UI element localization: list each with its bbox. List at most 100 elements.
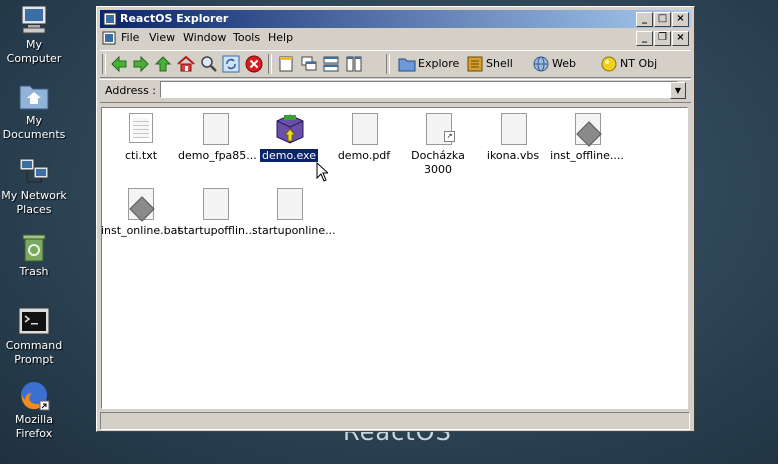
trash-icon <box>18 231 50 263</box>
menu-view[interactable]: View <box>149 31 175 44</box>
file-name-line2: 3000 <box>424 163 452 176</box>
file-item[interactable]: inst_offline.... <box>550 113 624 163</box>
desktop-icon-my-documents[interactable]: My Documents <box>0 80 68 142</box>
menu-window[interactable]: Window <box>183 31 226 44</box>
file-item[interactable]: demo_fpa85... <box>178 113 257 163</box>
file-item[interactable]: inst_online.bat <box>101 188 182 238</box>
file-item-selected[interactable]: demo.exe <box>252 113 326 163</box>
desktop-icon-label: Documents <box>2 128 66 141</box>
child-close-button[interactable]: × <box>672 31 689 46</box>
back-arrow-icon[interactable] <box>110 55 128 73</box>
forward-arrow-icon[interactable] <box>132 55 150 73</box>
batch-file-icon <box>125 188 155 222</box>
file-item[interactable]: startuponline... <box>252 188 336 238</box>
address-dropdown-button[interactable]: ▼ <box>670 82 686 99</box>
computer-icon <box>18 4 50 36</box>
shell-icon[interactable] <box>466 55 484 73</box>
desktop-icon-label: Firefox <box>15 427 53 440</box>
network-icon <box>18 155 50 187</box>
shortcut-arrow-icon: ↗ <box>444 131 455 142</box>
maximize-button[interactable]: □ <box>654 12 671 27</box>
new-window-icon[interactable] <box>277 55 295 73</box>
web-icon[interactable] <box>532 55 550 73</box>
menu-app-icon[interactable] <box>102 31 116 48</box>
file-name: inst_online.bat <box>101 224 182 237</box>
status-bar <box>100 412 690 430</box>
close-button[interactable]: × <box>672 12 689 27</box>
file-name: cti.txt <box>124 149 158 162</box>
explore-button[interactable]: Explore <box>418 55 459 73</box>
child-minimize-button[interactable]: _ <box>636 31 653 46</box>
explore-icon[interactable] <box>398 55 416 73</box>
batch-file-icon <box>572 113 602 147</box>
desktop-icon-mozilla-firefox[interactable]: Mozilla Firefox <box>0 379 68 441</box>
desktop-icon-label: My <box>25 38 42 51</box>
tile-horizontal-icon[interactable] <box>322 55 340 73</box>
desktop-icon-label: Command <box>5 339 63 352</box>
search-icon[interactable] <box>200 55 218 73</box>
desktop-icon-trash[interactable]: Trash <box>0 231 68 279</box>
address-input[interactable] <box>160 81 678 98</box>
minimize-button[interactable]: _ <box>636 12 653 27</box>
generic-file-icon <box>498 113 528 145</box>
file-list-view[interactable]: cti.txt demo_fpa85... demo.exe demo.pdf … <box>101 107 688 409</box>
desktop-icon-my-computer[interactable]: My Computer <box>0 4 68 66</box>
file-item[interactable]: cti.txt <box>104 113 178 163</box>
stop-icon[interactable] <box>245 55 263 73</box>
file-name: demo.exe <box>258 148 320 163</box>
desktop-icon-command-prompt[interactable]: Command Prompt <box>0 305 68 367</box>
title-bar[interactable]: ReactOS Explorer _ □ × <box>100 10 691 28</box>
file-item[interactable]: startupofflin... <box>178 188 256 238</box>
child-restore-button[interactable]: ❐ <box>654 31 671 46</box>
window-title: ReactOS Explorer <box>120 12 229 25</box>
up-arrow-icon[interactable] <box>154 55 172 73</box>
explorer-window: ReactOS Explorer _ □ × File View Window … <box>96 6 695 432</box>
file-item[interactable]: ↗ Docházka 3000 <box>401 113 475 177</box>
generic-file-icon <box>200 188 230 220</box>
desktop-icon-label: Places <box>16 203 52 216</box>
address-label: Address : <box>105 84 157 97</box>
desktop-icon-my-network-places[interactable]: My Network Places <box>0 155 68 217</box>
menu-file[interactable]: File <box>121 31 139 44</box>
shell-button[interactable]: Shell <box>486 55 513 73</box>
file-name: Docházka <box>411 149 465 162</box>
desktop-icon-label: Computer <box>6 52 62 65</box>
toolbar-separator <box>386 54 390 74</box>
cascade-windows-icon[interactable] <box>300 55 318 73</box>
file-name: inst_offline.... <box>550 149 624 162</box>
file-name: startuponline... <box>252 224 336 237</box>
mouse-cursor-icon <box>316 161 330 182</box>
nt-obj-icon[interactable] <box>600 55 618 73</box>
toolbar-separator <box>268 54 272 74</box>
documents-folder-icon <box>18 80 50 112</box>
installer-icon <box>274 113 304 145</box>
file-name: ikona.vbs <box>486 149 540 162</box>
file-item[interactable]: demo.pdf <box>327 113 401 163</box>
tile-vertical-icon[interactable] <box>345 55 363 73</box>
web-button[interactable]: Web <box>552 55 576 73</box>
file-name: demo.pdf <box>337 149 391 162</box>
refresh-icon[interactable] <box>222 55 240 73</box>
desktop-icon-label: Prompt <box>14 353 54 366</box>
window-icon <box>103 12 117 26</box>
file-name: demo_fpa85... <box>178 149 257 162</box>
generic-file-icon <box>200 113 230 145</box>
generic-file-icon <box>349 113 379 145</box>
home-icon[interactable] <box>177 55 195 73</box>
file-name: startupofflin... <box>178 224 256 237</box>
toolbar-grip <box>102 54 106 74</box>
toolbar: Explore Shell Web NT Obj <box>100 50 691 78</box>
terminal-icon <box>18 305 50 337</box>
generic-file-icon <box>274 188 304 220</box>
file-item[interactable]: ikona.vbs <box>476 113 550 163</box>
menu-bar: File View Window Tools Help _ ❐ × <box>100 29 691 47</box>
menu-tools[interactable]: Tools <box>233 31 260 44</box>
nt-obj-button[interactable]: NT Obj <box>620 55 657 73</box>
address-bar: Address : ▼ <box>100 79 691 103</box>
firefox-icon <box>18 379 50 411</box>
menu-help[interactable]: Help <box>268 31 293 44</box>
shortcut-file-icon: ↗ <box>423 113 455 145</box>
desktop-icon-label: My Network <box>1 189 67 202</box>
desktop-icon-label: Trash <box>19 265 49 278</box>
desktop-icon-label: Mozilla <box>15 413 53 426</box>
